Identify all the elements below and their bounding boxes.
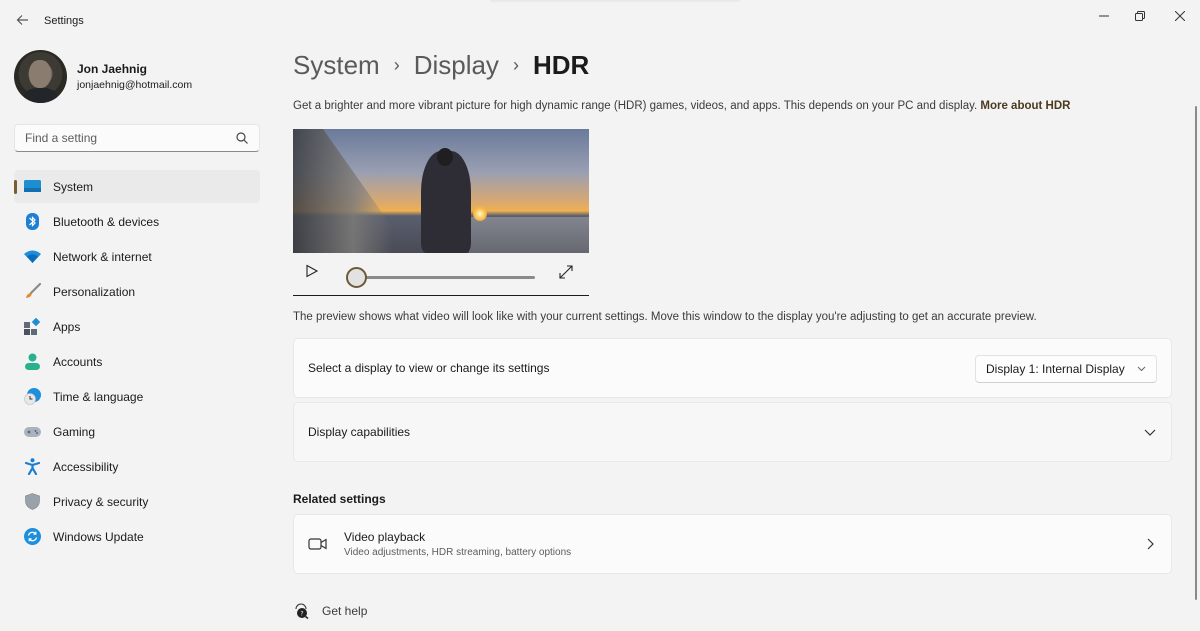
app-title: Settings bbox=[44, 15, 84, 27]
user-profile[interactable]: Jon Jaehnig jonjaehnig@hotmail.com bbox=[14, 50, 192, 103]
search-icon[interactable] bbox=[235, 131, 249, 145]
close-icon bbox=[1175, 11, 1185, 21]
chevron-right-icon bbox=[1143, 537, 1157, 551]
video-playback-link[interactable]: Video playback Video adjustments, HDR st… bbox=[293, 514, 1172, 574]
apps-icon bbox=[24, 318, 41, 335]
svg-text:?: ? bbox=[300, 611, 303, 618]
related-settings-heading: Related settings bbox=[293, 492, 386, 506]
sidebar-item-label: Accessibility bbox=[53, 460, 118, 474]
display-capabilities-label: Display capabilities bbox=[308, 425, 410, 439]
minimize-icon bbox=[1099, 11, 1109, 21]
fullscreen-button[interactable] bbox=[559, 265, 575, 281]
sidebar-item-system[interactable]: System bbox=[14, 170, 260, 203]
sidebar-item-label: System bbox=[53, 180, 93, 194]
sidebar-item-privacy[interactable]: Privacy & security bbox=[14, 485, 260, 518]
globe-clock-icon bbox=[24, 388, 41, 405]
sidebar-item-label: Bluetooth & devices bbox=[53, 215, 159, 229]
display-dropdown-value: Display 1: Internal Display bbox=[986, 362, 1125, 376]
page-title: HDR bbox=[533, 50, 589, 81]
person-icon bbox=[24, 353, 41, 370]
sidebar-item-apps[interactable]: Apps bbox=[14, 310, 260, 343]
close-button[interactable] bbox=[1160, 4, 1200, 28]
breadcrumb-display[interactable]: Display bbox=[414, 50, 499, 81]
preview-note: The preview shows what video will look l… bbox=[293, 311, 1037, 323]
chevron-right-icon: › bbox=[394, 55, 400, 76]
description-text: Get a brighter and more vibrant picture … bbox=[293, 100, 977, 112]
sidebar-item-label: Personalization bbox=[53, 285, 135, 299]
display-capabilities-expander[interactable]: Display capabilities bbox=[293, 402, 1172, 462]
title-bar: Settings bbox=[0, 0, 1200, 40]
gamepad-icon bbox=[24, 423, 41, 440]
sidebar-item-bluetooth[interactable]: Bluetooth & devices bbox=[14, 205, 260, 238]
video-playback-subtitle: Video adjustments, HDR streaming, batter… bbox=[344, 547, 571, 558]
restore-button[interactable] bbox=[1120, 4, 1160, 28]
chevron-down-icon bbox=[1137, 364, 1146, 374]
video-camera-icon bbox=[308, 536, 328, 552]
window-drag-edge bbox=[490, 0, 740, 3]
system-icon bbox=[24, 178, 41, 195]
profile-email: jonjaehnig@hotmail.com bbox=[77, 79, 192, 91]
avatar bbox=[14, 50, 67, 103]
display-select-label: Select a display to view or change its s… bbox=[308, 361, 549, 375]
sidebar-item-accounts[interactable]: Accounts bbox=[14, 345, 260, 378]
bluetooth-icon bbox=[24, 213, 41, 230]
sidebar-item-network[interactable]: Network & internet bbox=[14, 240, 260, 273]
video-seek-thumb[interactable] bbox=[346, 267, 367, 288]
get-help-label: Get help bbox=[322, 604, 367, 618]
shield-icon bbox=[24, 493, 41, 510]
search-box[interactable] bbox=[14, 124, 260, 152]
play-button[interactable] bbox=[305, 264, 321, 280]
sidebar-item-time-language[interactable]: Time & language bbox=[14, 380, 260, 413]
arrow-left-icon bbox=[16, 14, 29, 26]
profile-name: Jon Jaehnig bbox=[77, 62, 192, 76]
sidebar-item-label: Accounts bbox=[53, 355, 102, 369]
play-icon bbox=[305, 264, 319, 278]
display-dropdown[interactable]: Display 1: Internal Display bbox=[975, 355, 1157, 383]
expand-icon bbox=[559, 265, 573, 279]
restore-icon bbox=[1135, 11, 1145, 21]
minimize-button[interactable] bbox=[1084, 4, 1124, 28]
video-seek-slider[interactable] bbox=[355, 276, 535, 279]
video-playback-title: Video playback bbox=[344, 530, 571, 544]
wifi-icon bbox=[24, 248, 41, 265]
hdr-video-preview bbox=[293, 129, 589, 253]
chevron-right-icon: › bbox=[513, 55, 519, 76]
chevron-down-icon bbox=[1143, 425, 1157, 439]
paintbrush-icon bbox=[24, 283, 41, 300]
video-controls bbox=[293, 258, 589, 296]
sidebar-item-personalization[interactable]: Personalization bbox=[14, 275, 260, 308]
scrollbar[interactable] bbox=[1195, 106, 1197, 600]
accessibility-icon bbox=[24, 458, 41, 475]
breadcrumb-system[interactable]: System bbox=[293, 50, 380, 81]
display-select-card: Select a display to view or change its s… bbox=[293, 338, 1172, 398]
get-help-link[interactable]: ? Get help bbox=[293, 603, 367, 619]
more-about-hdr-link[interactable]: More about HDR bbox=[980, 100, 1070, 112]
back-button[interactable] bbox=[10, 8, 34, 32]
sidebar-item-gaming[interactable]: Gaming bbox=[14, 415, 260, 448]
sidebar-item-label: Privacy & security bbox=[53, 495, 148, 509]
sidebar-nav: System Bluetooth & devices Network & int… bbox=[14, 170, 260, 555]
page-description: Get a brighter and more vibrant picture … bbox=[293, 100, 1070, 112]
sidebar-item-windows-update[interactable]: Windows Update bbox=[14, 520, 260, 553]
help-chat-icon: ? bbox=[293, 603, 309, 619]
breadcrumb: System › Display › HDR bbox=[293, 50, 589, 81]
sidebar-item-label: Network & internet bbox=[53, 250, 152, 264]
update-icon bbox=[24, 528, 41, 545]
sidebar-item-label: Apps bbox=[53, 320, 80, 334]
sidebar-item-label: Time & language bbox=[53, 390, 143, 404]
sidebar-item-accessibility[interactable]: Accessibility bbox=[14, 450, 260, 483]
sidebar-item-label: Gaming bbox=[53, 425, 95, 439]
sidebar-item-label: Windows Update bbox=[53, 530, 144, 544]
search-input[interactable] bbox=[25, 131, 235, 145]
